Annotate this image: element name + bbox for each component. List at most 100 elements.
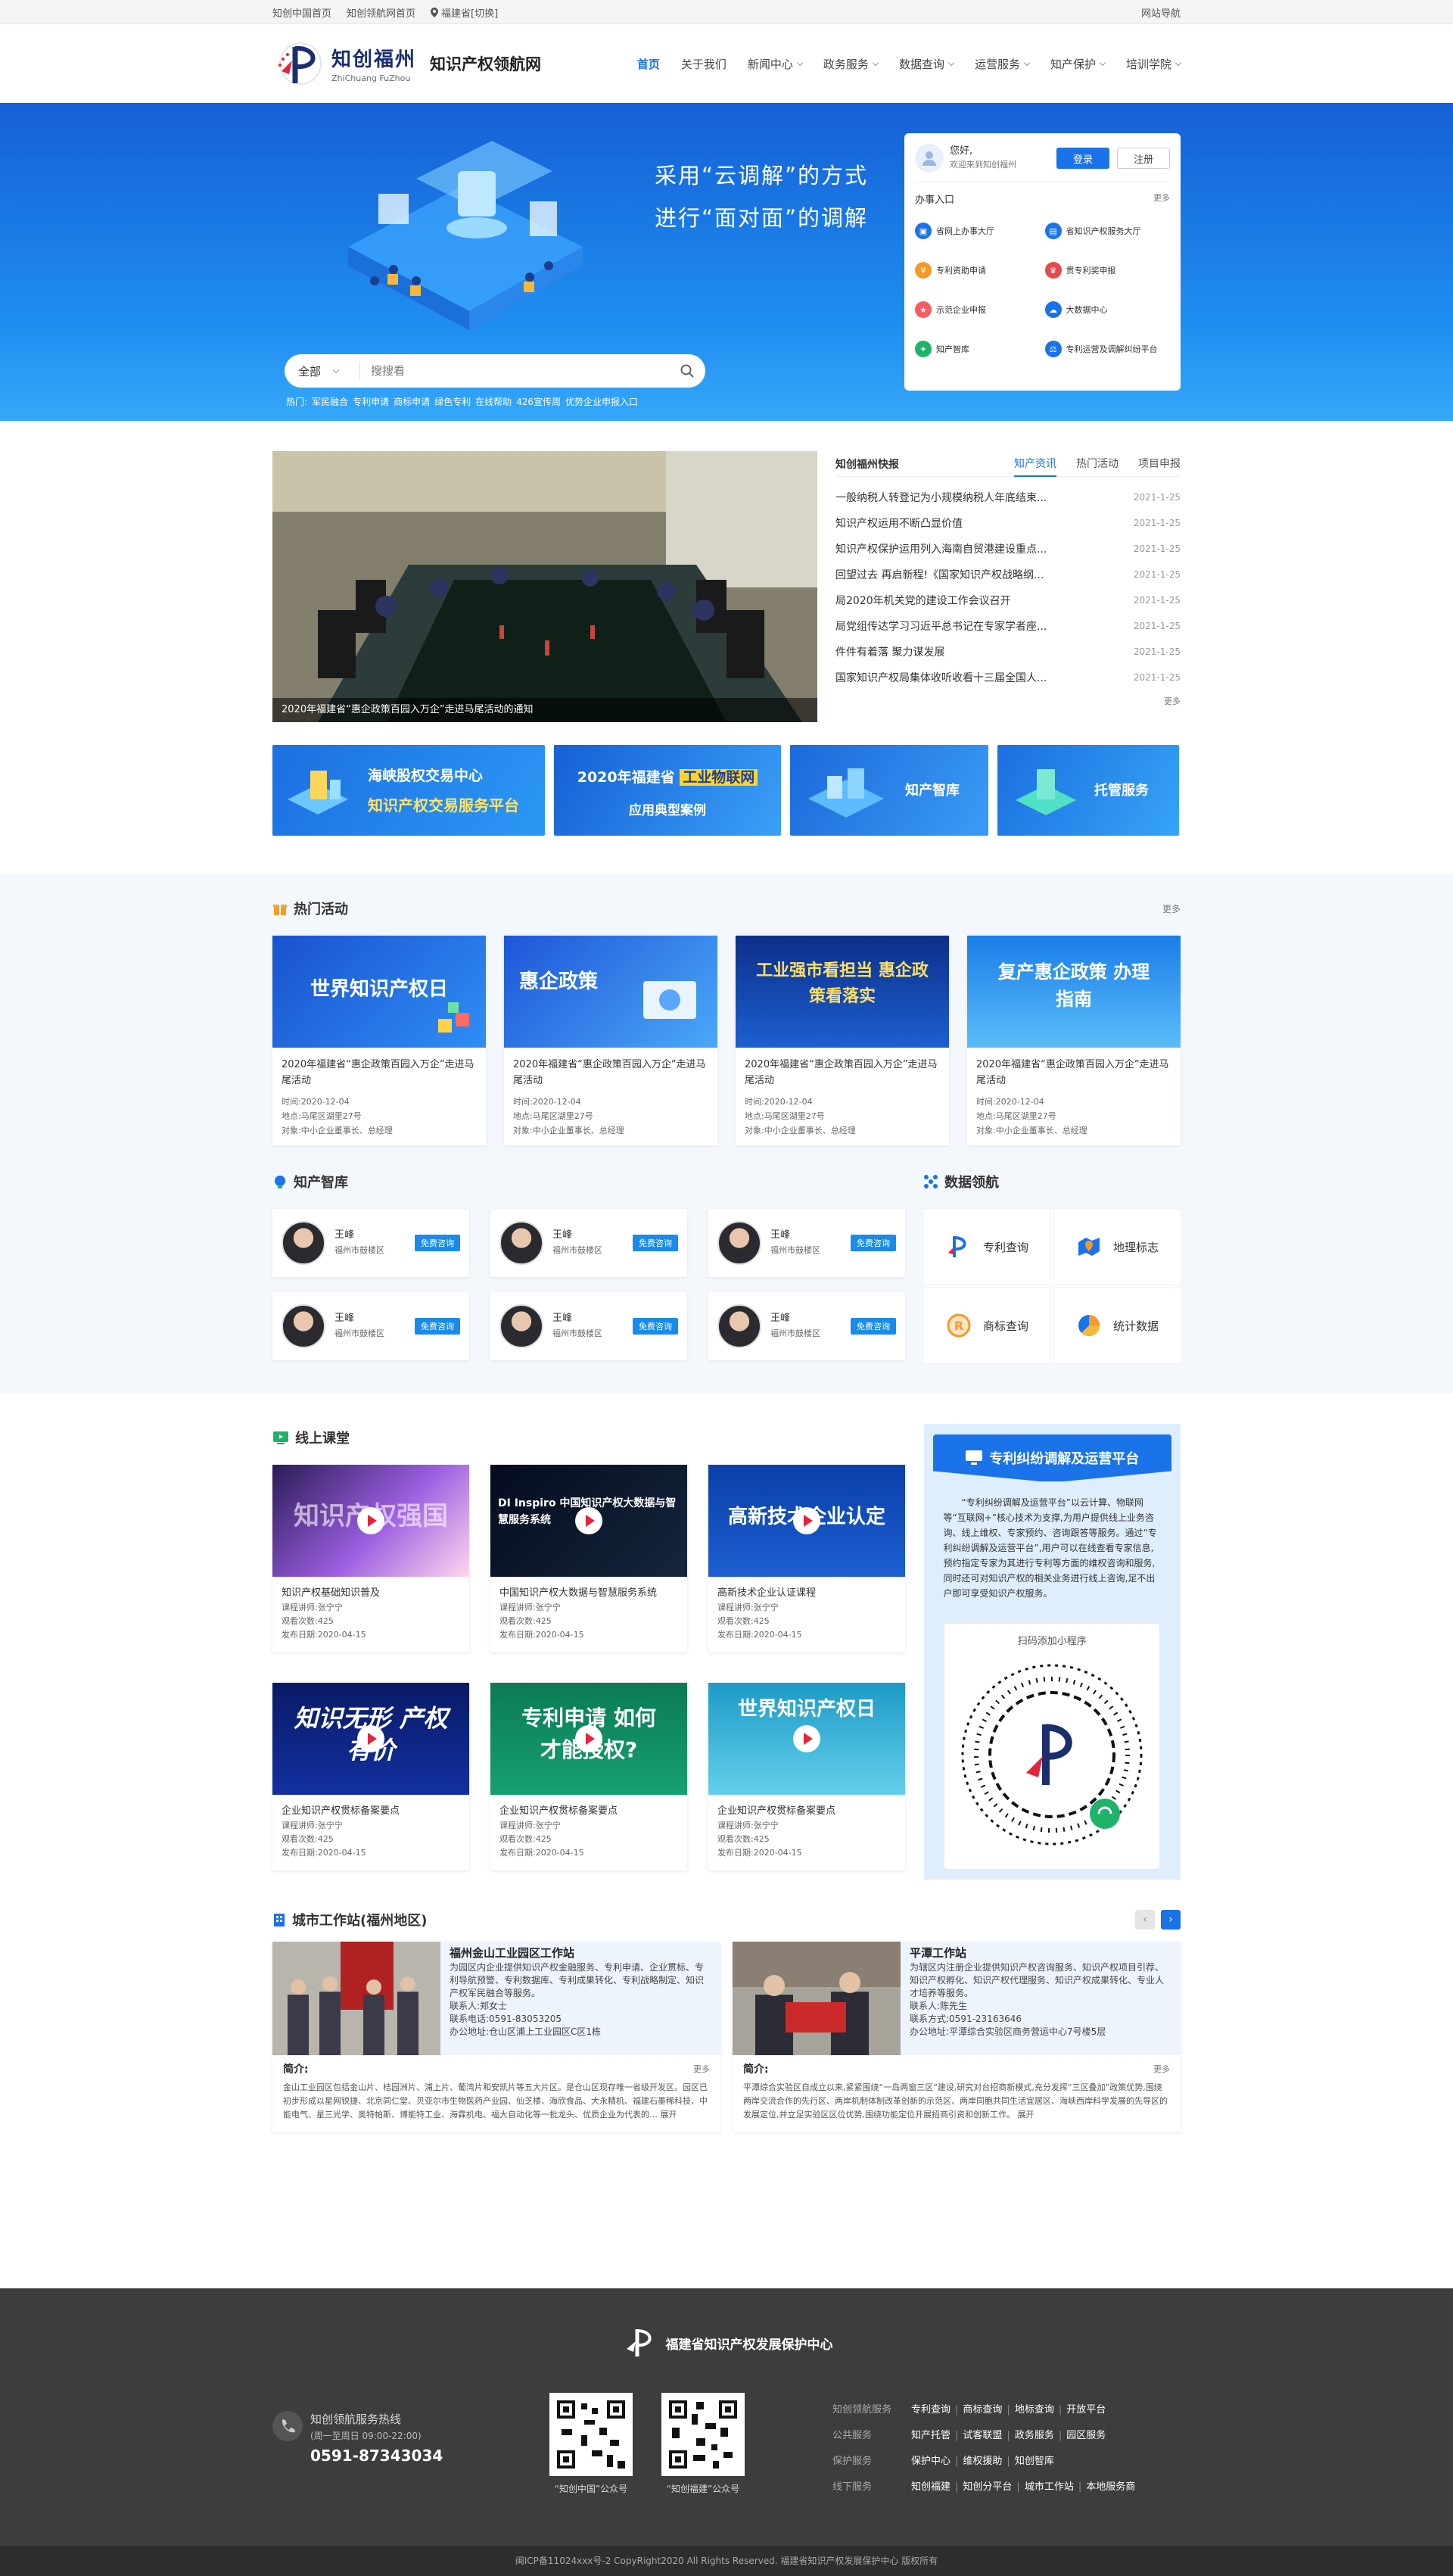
nav-about[interactable]: 关于我们 (681, 56, 726, 72)
free-consult-button[interactable]: 免费咨询 (415, 1235, 460, 1251)
news-item[interactable]: 国家知识产权局集体收听收看十三届全国人... 2021-1-25 (835, 665, 1181, 690)
news-item[interactable]: 一般纳税人转登记为小规模纳税人年底结束... 2021-1-25 (835, 484, 1181, 510)
footer-link[interactable]: 专利查询 (911, 2397, 951, 2423)
footer-link[interactable]: 知创分平台 (963, 2475, 1012, 2500)
station-photo[interactable] (733, 1942, 901, 2055)
hot-tag[interactable]: 商标申请 (394, 395, 430, 408)
free-consult-button[interactable]: 免费咨询 (415, 1318, 460, 1335)
nav-operation[interactable]: 运营服务 (975, 56, 1031, 72)
activity-card[interactable]: 工业强市看担当 惠企政策看落实 2020年福建省“惠企政策百园入万企”走进马尾活… (736, 936, 949, 1145)
footer-link[interactable]: 城市工作站 (1025, 2475, 1074, 2500)
play-icon[interactable] (357, 1725, 384, 1752)
location-switcher[interactable]: 福建省[切换] (431, 5, 498, 20)
promo-hosting[interactable]: 托管服务 (997, 745, 1179, 836)
news-item[interactable]: 知识产权保护运用列入海南自贸港建设重点... 2021-1-25 (835, 536, 1181, 562)
service-patent-funding[interactable]: ¥ 专利资助申请 (915, 262, 1041, 279)
promo-ip-trading[interactable]: 海峡股权交易中心 知识产权交易服务平台 (272, 745, 545, 836)
tab-project-application[interactable]: 项目申报 (1138, 451, 1181, 477)
news-item[interactable]: 局2020年机关党的建设工作会议召开 2021-1-25 (835, 587, 1181, 613)
service-patent-award[interactable]: ♛ 贯专利奖申报 (1044, 262, 1171, 279)
service-online-hall[interactable]: ▣ 省网上办事大厅 (915, 223, 1041, 239)
nav-data-query[interactable]: 数据查询 (899, 56, 955, 72)
footer-link[interactable]: 园区服务 (1066, 2423, 1106, 2449)
station-more-link[interactable]: 更多 (693, 2063, 710, 2076)
service-dispute-platform[interactable]: ⚖ 专利运营及调解纠纷平台 (1044, 341, 1171, 357)
play-icon[interactable] (793, 1725, 820, 1752)
news-more-link[interactable]: 更多 (1164, 696, 1181, 706)
promo-iot-cases[interactable]: 2020年福建省 工业物联网 应用典型案例 (554, 745, 781, 836)
nav-gov-service[interactable]: 政务服务 (823, 56, 879, 72)
course-card[interactable]: DI Inspiro 中国知识产权大数据与智慧服务系统 中国知识产权大数据与智慧… (490, 1465, 687, 1652)
station-photo[interactable] (272, 1942, 440, 2055)
service-ip-hall[interactable]: ▤ 省知识产权服务大厅 (1044, 223, 1171, 239)
prev-arrow-button[interactable]: ‹ (1135, 1910, 1155, 1930)
nav-news[interactable]: 新闻中心 (748, 56, 804, 72)
activity-card[interactable]: 复产惠企政策 办理指南 2020年福建省“惠企政策百园入万企”走进马尾活动 时间… (967, 936, 1181, 1145)
promo-think-tank[interactable]: 知产智库 (790, 745, 988, 836)
footer-link[interactable]: 知创福建 (911, 2475, 951, 2500)
hot-tag[interactable]: 在线帮助 (475, 395, 512, 408)
footer-link[interactable]: 保护中心 (911, 2449, 951, 2475)
free-consult-button[interactable]: 免费咨询 (633, 1318, 678, 1335)
footer-link[interactable]: 商标查询 (963, 2397, 1002, 2423)
data-nav-trademark-query[interactable]: R 商标查询 (923, 1288, 1050, 1363)
play-icon[interactable] (793, 1507, 820, 1534)
hot-tag[interactable]: 军民融合 (312, 395, 348, 408)
news-item[interactable]: 知识产权运用不断凸显价值 2021-1-25 (835, 510, 1181, 536)
play-icon[interactable] (575, 1507, 602, 1534)
tab-ip-news[interactable]: 知产资讯 (1014, 451, 1056, 477)
course-card[interactable]: 高新技术企业认定 高新技术企业认证课程课程讲师:张宁宁观看次数:425 发布日期:… (708, 1465, 905, 1652)
hot-tag[interactable]: 绿色专利 (434, 395, 471, 408)
service-big-data[interactable]: ☁ 大数据中心 (1044, 301, 1171, 318)
station-more-link[interactable]: 更多 (1153, 2063, 1170, 2076)
site-logo[interactable]: 知创福州 ZhiChuang FuZhou 知识产权领航网 (272, 41, 541, 86)
nav-home[interactable]: 首页 (637, 56, 660, 72)
hot-tag[interactable]: 426宣传周 (516, 395, 561, 408)
next-arrow-button[interactable]: › (1161, 1910, 1181, 1930)
footer-link[interactable]: 知产托管 (911, 2423, 951, 2449)
footer-link[interactable]: 试客联盟 (963, 2423, 1002, 2449)
service-more-link[interactable]: 更多 (1153, 192, 1170, 206)
nav-training[interactable]: 培训学院 (1126, 56, 1182, 72)
free-consult-button[interactable]: 免费咨询 (633, 1235, 678, 1251)
service-demo-enterprise[interactable]: ★ 示范企业申报 (915, 301, 1041, 318)
footer-link[interactable]: 开放平台 (1066, 2397, 1106, 2423)
free-consult-button[interactable]: 免费咨询 (851, 1235, 896, 1251)
login-button[interactable]: 登录 (1056, 148, 1109, 169)
course-card[interactable]: 知识无形 产权有价 企业知识产权贯标备案要点 课程讲师:张宁宁 观看次数:425 发布… (272, 1683, 469, 1870)
news-item[interactable]: 回望过去 再启新程!《国家知识产权战略纲... 2021-1-25 (835, 562, 1181, 587)
nav-protection[interactable]: 知产保护 (1050, 56, 1106, 72)
hot-tag[interactable]: 优势企业申报入口 (565, 395, 638, 408)
footer-link[interactable]: 维权援助 (963, 2449, 1002, 2475)
news-item[interactable]: 件件有着落 聚力谋发展 2021-1-25 (835, 639, 1181, 665)
news-item[interactable]: 局党组传达学习习近平总书记在专家学者座... 2021-1-25 (835, 613, 1181, 639)
course-card[interactable]: 专利申请 如何才能授权? 企业知识产权贯标备案要点 课程讲师:张宁宁 观看次数:42… (490, 1683, 687, 1870)
sitemap-link[interactable]: 网站导航 (1141, 5, 1181, 20)
data-nav-patent-query[interactable]: 专利查询 (923, 1209, 1050, 1285)
hot-tag[interactable]: 专利申请 (353, 395, 389, 408)
search-scope-select[interactable]: 全部 (285, 362, 360, 380)
data-nav-geo-mark[interactable]: 地理标志 (1053, 1209, 1181, 1285)
search-input[interactable] (360, 364, 669, 378)
data-nav-statistics[interactable]: 统计数据 (1053, 1288, 1181, 1363)
play-icon[interactable] (575, 1725, 602, 1752)
register-button[interactable]: 注册 (1117, 148, 1170, 169)
footer-link[interactable]: 知创智库 (1015, 2449, 1054, 2475)
course-card[interactable]: 世界知识产权日 企业知识产权贯标备案要点 课程讲师:张宁宁 观看次数:425 发布日期… (708, 1683, 905, 1870)
data-nav-label: 地理标志 (1112, 1240, 1159, 1254)
search-button[interactable] (669, 354, 705, 388)
link-zhichuang-china[interactable]: 知创中国首页 (272, 5, 331, 20)
course-card[interactable]: 知识产权强国 知识产权基础知识普及课程讲师:张宁宁观看次数:425 发布日期:20… (272, 1465, 469, 1652)
footer-link[interactable]: 地标查询 (1015, 2397, 1054, 2423)
footer-link[interactable]: 本地服务商 (1086, 2475, 1135, 2500)
footer-link[interactable]: 政务服务 (1015, 2423, 1054, 2449)
activity-card[interactable]: 惠企政策 2020年福建省“惠企政策百园入万企”走进马尾活动 时间:2020-1… (504, 936, 717, 1145)
activity-card[interactable]: 世界知识产权日 2020年福建省“惠企政策百园入万企”走进马尾活动 时间:202… (272, 936, 486, 1145)
service-think-tank[interactable]: ✦ 知产智库 (915, 341, 1041, 357)
activities-more-link[interactable]: 更多 (1162, 902, 1181, 915)
news-featured-image[interactable]: 2020年福建省“惠企政策百园入万企”走进马尾活动的通知 (272, 451, 817, 722)
link-zhichuang-navi[interactable]: 知创领航网首页 (347, 5, 415, 20)
play-icon[interactable] (357, 1507, 384, 1534)
tab-hot-activities[interactable]: 热门活动 (1076, 451, 1119, 477)
free-consult-button[interactable]: 免费咨询 (851, 1318, 896, 1335)
